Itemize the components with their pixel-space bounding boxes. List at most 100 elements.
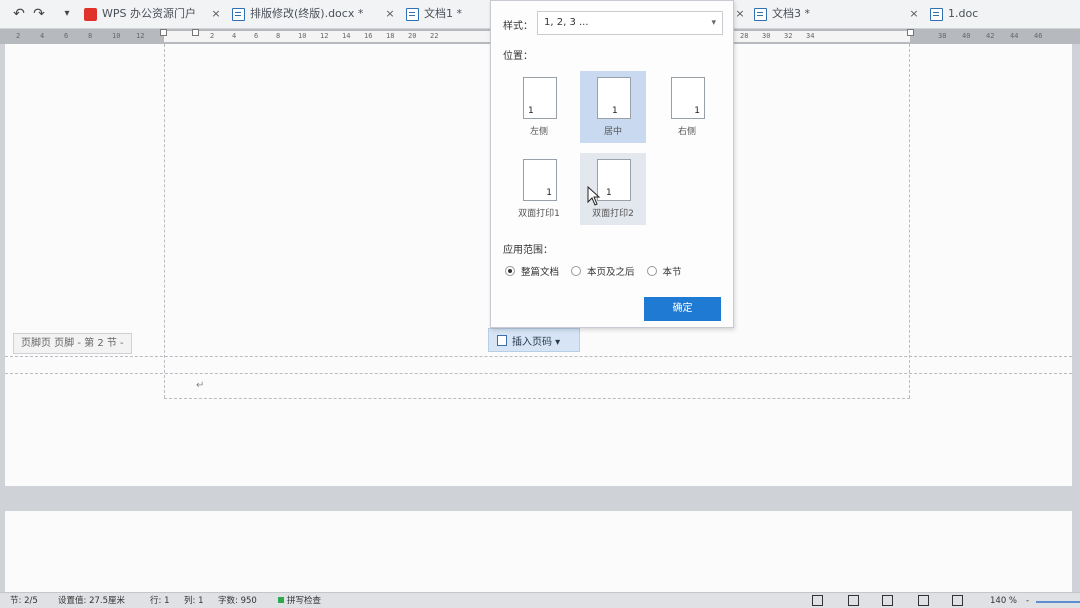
undo-icon[interactable]: ↶	[10, 5, 28, 23]
preview-number: 1	[528, 106, 534, 116]
close-icon[interactable]: ×	[210, 7, 222, 21]
zoom-slider[interactable]	[1036, 601, 1080, 603]
page-preview-icon: 1	[597, 77, 631, 119]
fullscreen-icon[interactable]	[812, 595, 823, 606]
page-number-popup: 样式： 1, 2, 3 ... ▾ 位置： 1 左侧 1 居中 1 右侧 1 双…	[490, 0, 734, 328]
spell-check[interactable]: 拼写检查	[278, 595, 321, 607]
position-right[interactable]: 1 右侧	[654, 71, 720, 143]
footer-boundary-bottom	[164, 398, 910, 399]
tab-document-1[interactable]: 文档1 *	[406, 3, 486, 25]
zoom-out-button[interactable]: -	[1026, 595, 1029, 607]
page-preview-icon: 1	[597, 159, 631, 201]
preview-number: 1	[546, 188, 552, 198]
right-indent-marker[interactable]	[907, 29, 914, 36]
position-caption: 双面打印2	[592, 209, 634, 219]
first-line-indent-marker[interactable]	[192, 29, 199, 36]
quick-access-dropdown-icon[interactable]: ▾	[58, 5, 76, 23]
footer-section-tag: 页脚页 页脚 - 第 2 节 -	[13, 333, 132, 354]
insert-page-number-button[interactable]: 插入页码 ▾	[488, 328, 580, 352]
style-label: 样式：	[503, 21, 533, 32]
ruler-tick-label: 34	[806, 32, 815, 40]
ruler-tick-label: 6	[64, 32, 69, 40]
ruler-tick-label: 32	[784, 32, 793, 40]
left-indent-marker[interactable]	[160, 29, 167, 36]
ruler-tick-label: 6	[254, 32, 259, 40]
ruler-tick-label: 8	[88, 32, 93, 40]
ruler-tick-label: 20	[408, 32, 417, 40]
spell-check-label: 拼写检查	[287, 596, 322, 606]
ruler-tick-label: 12	[320, 32, 329, 40]
position-left[interactable]: 1 左侧	[506, 71, 572, 143]
margin-guide-left	[164, 44, 165, 398]
apply-this-section[interactable]: 本节	[646, 264, 682, 278]
position-caption: 居中	[603, 127, 622, 137]
zoom-level[interactable]: 140 %	[990, 595, 1017, 607]
position-caption: 双面打印1	[518, 209, 560, 219]
apply-range-label: 应用范围：	[503, 245, 553, 256]
page-preview-icon: 1	[671, 77, 705, 119]
footer-boundary-line	[5, 373, 1072, 374]
footer-boundary-top	[5, 356, 1072, 357]
ruler-tick-label: 44	[1010, 32, 1019, 40]
reading-view-icon[interactable]	[918, 595, 929, 606]
mouse-cursor-icon	[587, 186, 601, 206]
radio-icon	[646, 266, 657, 276]
radio-icon	[571, 266, 582, 276]
ruler-tick-label: 10	[112, 32, 121, 40]
close-icon[interactable]: ×	[734, 7, 746, 21]
status-section: 节: 2/5	[10, 596, 38, 606]
status-row: 行: 1	[150, 596, 170, 606]
document-page-2[interactable]	[5, 511, 1072, 592]
ok-button[interactable]: 确定	[644, 297, 721, 321]
doc-icon	[930, 7, 943, 21]
tab-label: 文档1 *	[424, 7, 462, 20]
close-icon[interactable]: ×	[384, 7, 396, 21]
web-view-icon[interactable]	[952, 595, 963, 606]
margin-guide-right	[909, 44, 910, 398]
page-preview-icon: 1	[523, 159, 557, 201]
position-center[interactable]: 1 居中	[580, 71, 646, 143]
insert-page-number-label: 插入页码 ▾	[512, 336, 561, 348]
radio-label: 整篇文档	[521, 267, 560, 278]
radio-selected-icon	[505, 266, 515, 276]
doc-icon	[406, 7, 419, 21]
ruler-tick-label: 28	[740, 32, 749, 40]
doc-icon	[754, 7, 767, 21]
position-duplex-1[interactable]: 1 双面打印1	[506, 153, 572, 225]
redo-icon[interactable]: ↷	[30, 5, 48, 23]
tab-document-3[interactable]: 文档3 *	[754, 3, 834, 25]
tab-label: 文档3 *	[772, 7, 810, 20]
ruler-tick-label: 4	[40, 32, 45, 40]
tab-document-final[interactable]: 排版修改(终版).docx *	[232, 3, 372, 25]
apply-whole-document[interactable]: 整篇文档	[505, 264, 559, 278]
position-caption: 右侧	[677, 127, 696, 137]
apply-range-group: 整篇文档 本页及之后 本节	[505, 264, 694, 278]
tab-1-doc[interactable]: 1.doc	[930, 3, 1000, 25]
page-view-icon[interactable]	[848, 595, 859, 606]
tab-label: 排版修改(终版).docx *	[250, 7, 364, 20]
status-col: 列: 1	[184, 596, 204, 606]
radio-label: 本页及之后	[587, 267, 635, 278]
spell-check-icon	[278, 597, 284, 603]
close-icon[interactable]: ×	[908, 7, 920, 21]
wps-icon	[84, 7, 97, 21]
tab-wps-portal[interactable]: WPS 办公资源门户	[84, 3, 204, 25]
ruler-tick-label: 46	[1034, 32, 1043, 40]
paragraph-mark: ↵	[196, 380, 205, 391]
ruler-tick-label: 14	[342, 32, 351, 40]
ruler-tick-label: 22	[430, 32, 439, 40]
outline-view-icon[interactable]	[882, 595, 893, 606]
preview-number: 1	[694, 106, 700, 116]
status-bar: 节: 2/5 设置值: 27.5厘米 行: 1 列: 1 字数: 950 拼写检…	[0, 592, 1080, 608]
radio-label: 本节	[662, 267, 682, 278]
style-select[interactable]: 1, 2, 3 ... ▾	[537, 11, 723, 35]
ruler-tick-label: 18	[386, 32, 395, 40]
ruler-tick-label: 16	[364, 32, 373, 40]
status-word-count[interactable]: 字数: 950	[218, 595, 257, 607]
ruler-tick-label: 4	[232, 32, 237, 40]
style-select-value: 1, 2, 3 ...	[544, 17, 589, 28]
apply-this-page-onward[interactable]: 本页及之后	[571, 264, 635, 278]
ruler-tick-label: 8	[276, 32, 281, 40]
ruler-tick-label: 38	[938, 32, 947, 40]
tab-label: 1.doc	[948, 7, 979, 20]
